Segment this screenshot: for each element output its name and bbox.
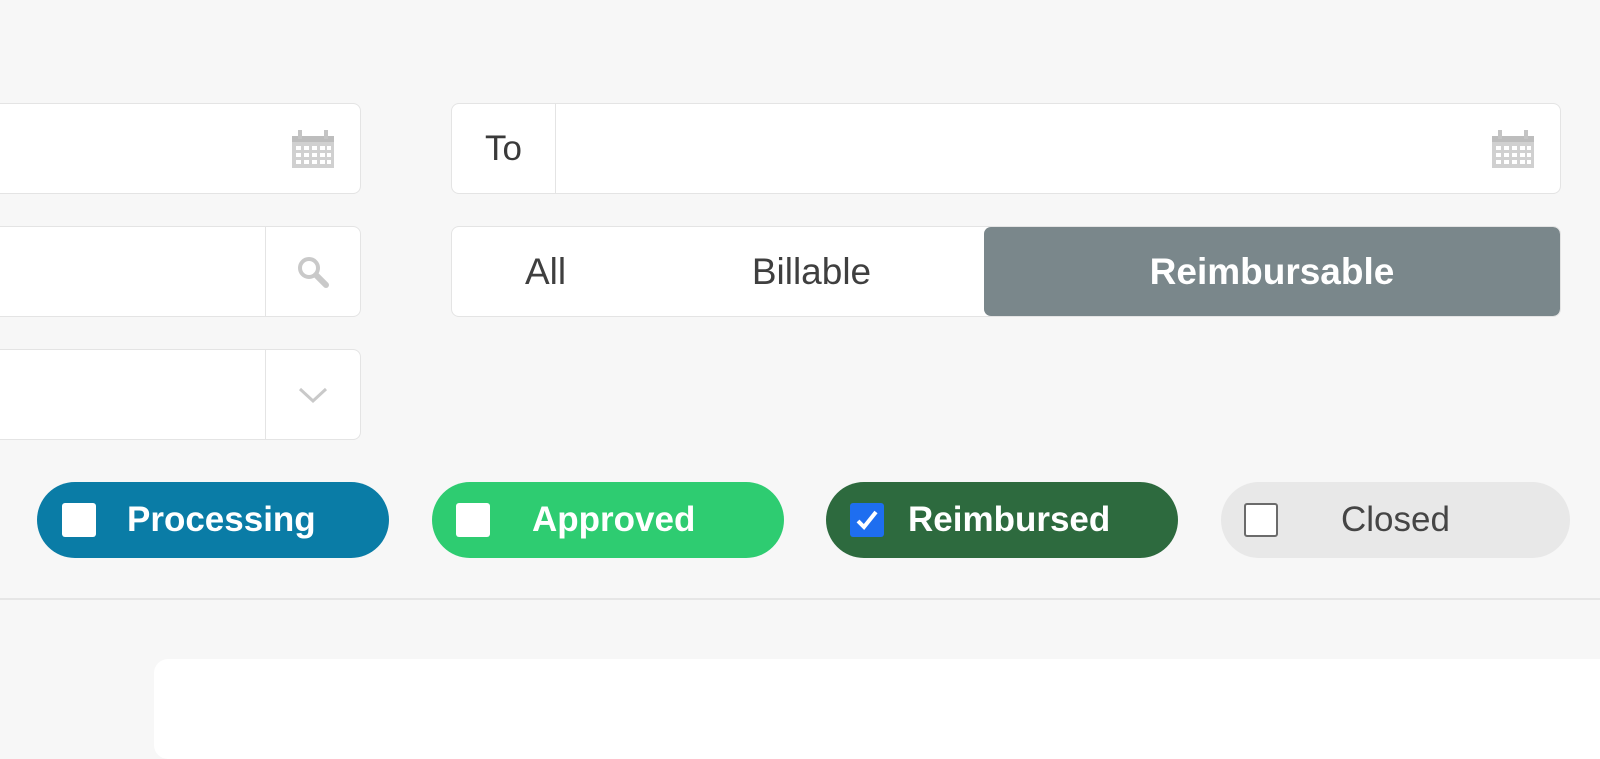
- search-button[interactable]: [265, 227, 360, 316]
- reimbursed-label: Reimbursed: [908, 500, 1111, 539]
- approved-checkbox[interactable]: [456, 503, 490, 537]
- results-panel: [154, 659, 1600, 759]
- closed-label: Closed: [1341, 500, 1450, 539]
- status-filter-processing[interactable]: Processing: [37, 482, 389, 558]
- segment-reimbursable[interactable]: Reimbursable: [984, 227, 1560, 316]
- search-icon: [298, 256, 329, 288]
- processing-checkbox[interactable]: [62, 503, 96, 537]
- to-date-field[interactable]: To: [451, 103, 1561, 194]
- reimbursed-checkbox[interactable]: [850, 503, 884, 537]
- processing-label: Processing: [127, 500, 316, 539]
- section-divider: [0, 598, 1600, 600]
- segment-all[interactable]: All: [452, 227, 639, 316]
- search-field[interactable]: [0, 226, 361, 317]
- category-select[interactable]: [0, 349, 361, 440]
- status-filter-closed[interactable]: Closed: [1221, 482, 1570, 558]
- to-label: To: [452, 104, 556, 193]
- calendar-icon[interactable]: [1492, 130, 1534, 168]
- chevron-down-icon: [298, 387, 328, 403]
- checkmark-icon: [856, 510, 878, 530]
- closed-checkbox[interactable]: [1244, 503, 1278, 537]
- expense-type-toggle[interactable]: All Billable Reimbursable: [451, 226, 1561, 317]
- approved-label: Approved: [532, 500, 696, 539]
- calendar-icon[interactable]: [292, 130, 334, 168]
- status-filter-reimbursed[interactable]: Reimbursed: [826, 482, 1178, 558]
- dropdown-toggle[interactable]: [265, 350, 360, 439]
- segment-billable[interactable]: Billable: [639, 227, 984, 316]
- status-filter-approved[interactable]: Approved: [432, 482, 784, 558]
- from-date-field[interactable]: [0, 103, 361, 194]
